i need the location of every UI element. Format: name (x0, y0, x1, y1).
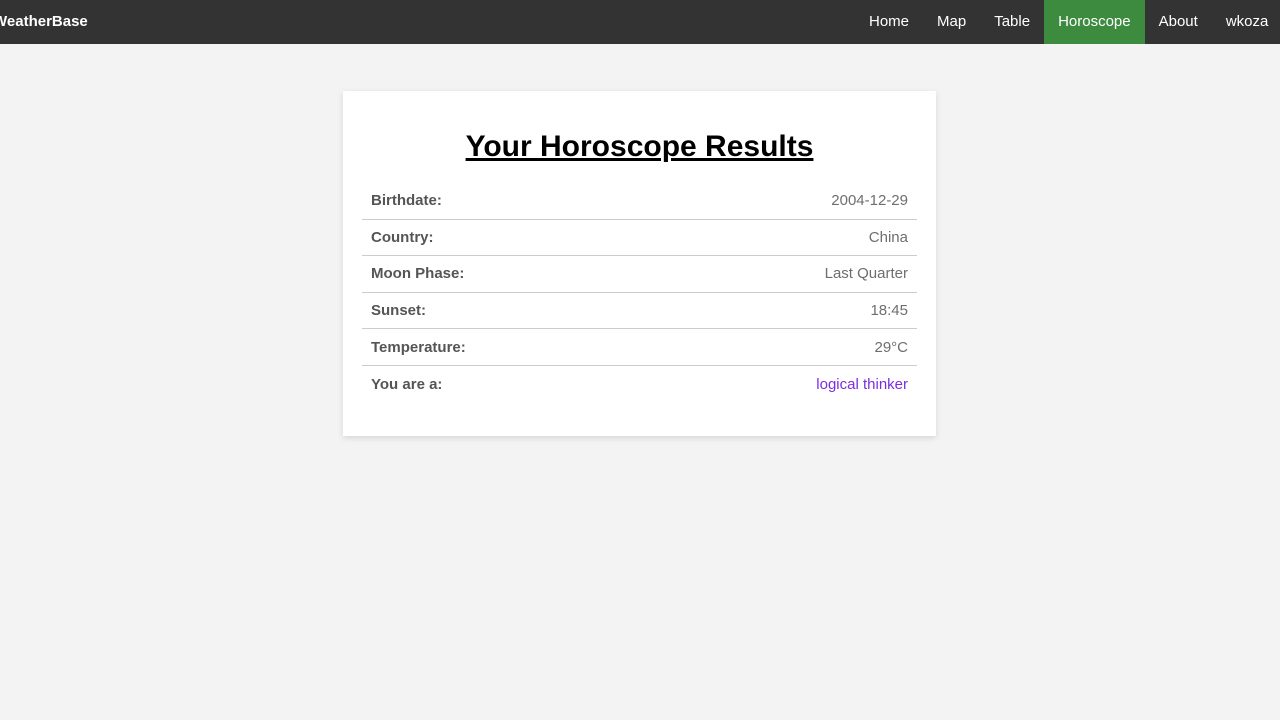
result-row-moon-phase: Moon Phase: Last Quarter (362, 256, 917, 293)
result-row-sunset: Sunset: 18:45 (362, 293, 917, 330)
result-row-temperature: Temperature: 29°C (362, 329, 917, 366)
row-label: Moon Phase: (371, 265, 465, 283)
horoscope-results-card: Your Horoscope Results Birthdate: 2004-1… (343, 91, 936, 436)
result-row-birthdate: Birthdate: 2004-12-29 (362, 183, 917, 220)
row-label: Country: (371, 228, 434, 246)
row-value: 18:45 (870, 302, 908, 320)
row-value: 2004-12-29 (831, 192, 908, 210)
result-row-country: Country: China (362, 220, 917, 257)
row-label: You are a: (371, 375, 443, 393)
nav-link-home[interactable]: Home (855, 0, 923, 44)
row-value: China (868, 228, 908, 246)
results-table: Birthdate: 2004-12-29 Country: China Moo… (362, 183, 917, 403)
row-label: Temperature: (371, 338, 466, 356)
brand-logo-link[interactable]: WeatherBase (0, 0, 88, 44)
row-label: Sunset: (371, 302, 427, 320)
row-label: Birthdate: (371, 192, 442, 210)
nav-links: Home Map Table Horoscope About wkoza (855, 0, 1280, 44)
nav-link-map[interactable]: Map (923, 0, 980, 44)
nav-link-table[interactable]: Table (980, 0, 1044, 44)
nav-link-horoscope[interactable]: Horoscope (1044, 0, 1145, 44)
top-navbar: WeatherBase Home Map Table Horoscope Abo… (0, 0, 1280, 44)
result-row-personality: You are a: logical thinker (362, 366, 917, 403)
nav-link-user[interactable]: wkoza (1212, 0, 1280, 44)
personality-value: logical thinker (816, 375, 908, 393)
page-title: Your Horoscope Results (465, 130, 814, 163)
row-value: 29°C (874, 338, 908, 356)
row-value: Last Quarter (824, 265, 908, 283)
nav-link-about[interactable]: About (1145, 0, 1212, 44)
